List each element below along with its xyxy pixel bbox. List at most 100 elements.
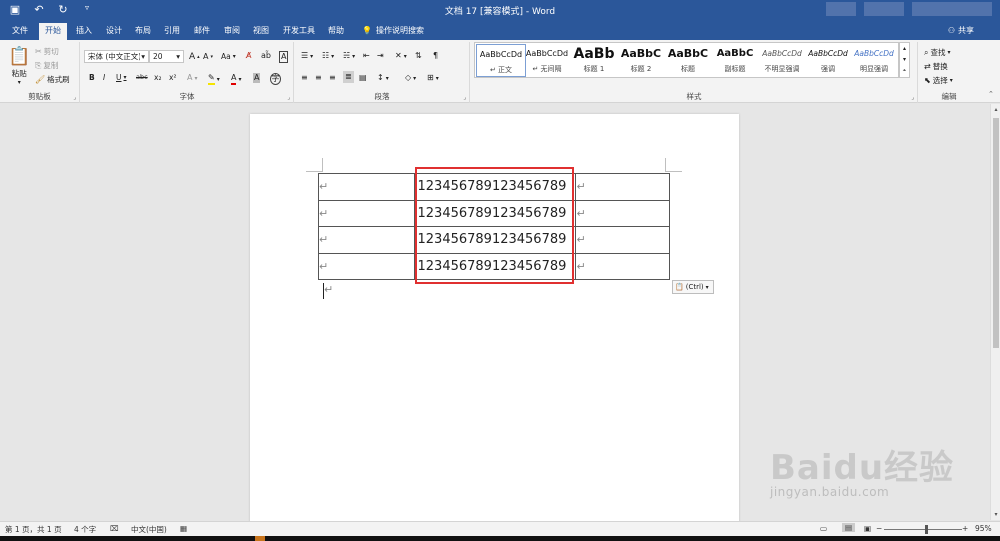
scroll-up-icon[interactable]: ▴ <box>991 106 1000 113</box>
tell-me-search[interactable]: 💡 操作说明搜索 <box>362 25 424 36</box>
tab-developer[interactable]: 开发工具 <box>283 25 315 36</box>
word-count[interactable]: 4 个字 <box>74 524 96 535</box>
increase-indent-button[interactable]: ⇥ <box>377 51 384 61</box>
tab-design[interactable]: 设计 <box>106 25 122 36</box>
taskbar-app[interactable] <box>255 536 265 541</box>
clear-formatting-button[interactable]: A̸ <box>246 51 251 61</box>
format-painter-button[interactable]: 🖌 格式刷 <box>35 74 70 85</box>
more-icon[interactable]: ⩡ <box>900 65 909 76</box>
print-layout-icon[interactable]: ▤ <box>842 523 856 532</box>
multilevel-list-button[interactable]: ☵ ▾ <box>343 51 355 61</box>
style-emphasis[interactable]: AaBbCcDd 强调 <box>803 44 853 77</box>
styles-gallery-scroll[interactable]: ▴ ▾ ⩡ <box>899 42 910 78</box>
highlight-button[interactable]: ✎ ▾ <box>208 73 220 85</box>
borders-button[interactable]: ⊞ ▾ <box>427 73 439 83</box>
table-cell[interactable]: ↵ <box>575 199 670 227</box>
char-border-button[interactable]: A <box>279 51 289 63</box>
table-cell[interactable]: ↵ <box>575 173 670 201</box>
read-mode-icon[interactable]: ▭ <box>820 524 827 533</box>
text-effects-button[interactable]: A ▾ <box>187 73 198 83</box>
style-subtitle[interactable]: AaBbC 副标题 <box>710 44 760 77</box>
table-cell[interactable]: ↵ <box>318 226 415 254</box>
justify-button[interactable]: ≣ <box>343 71 354 83</box>
font-color-button[interactable]: A ▾ <box>231 73 242 85</box>
style-heading-1[interactable]: AaBb 标题 1 <box>569 44 619 77</box>
zoom-in-icon[interactable]: + <box>962 524 968 533</box>
font-size-select[interactable]: 20 ▾ <box>149 50 184 63</box>
page-count[interactable]: 第 1 页，共 1 页 <box>5 524 62 535</box>
scroll-thumb[interactable] <box>993 118 999 348</box>
dialog-launcher-icon[interactable]: ⌟ <box>463 94 466 101</box>
tab-view[interactable]: 视图 <box>253 25 269 36</box>
dialog-launcher-icon[interactable]: ⌟ <box>911 94 914 101</box>
table-cell[interactable]: ↵ <box>318 199 415 227</box>
style-no-spacing[interactable]: AaBbCcDd ↵ 无间隔 <box>522 44 572 77</box>
grow-font-button[interactable]: A ▴ <box>189 52 200 62</box>
paste-button[interactable]: 📋 粘贴 ▾ <box>8 46 30 86</box>
style-title[interactable]: AaBbC 标题 <box>663 44 713 77</box>
replace-button[interactable]: ⇄ 替换 <box>924 61 948 72</box>
tab-references[interactable]: 引用 <box>164 25 180 36</box>
dialog-launcher-icon[interactable]: ⌟ <box>287 94 290 101</box>
style-subtle-emphasis[interactable]: AaBbCcDd 不明显强调 <box>757 44 807 77</box>
tab-home[interactable]: 开始 <box>39 23 67 40</box>
macro-icon[interactable]: ▦ <box>180 524 187 533</box>
tab-review[interactable]: 审阅 <box>224 25 240 36</box>
zoom-slider-thumb[interactable] <box>925 525 928 534</box>
superscript-button[interactable]: x² <box>169 73 176 82</box>
table-cell[interactable]: ↵ <box>318 173 415 201</box>
table-cell[interactable]: ↵ <box>575 226 670 254</box>
web-layout-icon[interactable]: ▣ <box>864 524 871 533</box>
tab-layout[interactable]: 布局 <box>135 25 151 36</box>
distributed-button[interactable]: ▤ <box>359 73 367 83</box>
chevron-down-icon[interactable]: ▾ <box>900 54 909 65</box>
char-shading-button[interactable]: A <box>253 73 261 83</box>
enclose-char-button[interactable]: 字 <box>270 73 281 85</box>
align-left-button[interactable]: ≡ <box>301 73 308 83</box>
scroll-down-icon[interactable]: ▾ <box>991 511 1000 518</box>
style-intense-emphasis[interactable]: AaBbCcDd 明显强调 <box>849 44 899 77</box>
line-spacing-button[interactable]: ↕ ▾ <box>377 73 389 83</box>
cut-button[interactable]: ✂ 剪切 <box>35 46 59 57</box>
zoom-out-icon[interactable]: − <box>876 524 882 533</box>
table-cell[interactable]: ↵ <box>575 252 670 280</box>
sort-button[interactable]: ⇅ <box>415 51 422 61</box>
show-marks-button[interactable]: ¶ <box>433 51 438 61</box>
underline-button[interactable]: U ▾ <box>116 73 127 82</box>
chevron-up-icon[interactable]: ▴ <box>900 43 909 54</box>
tab-file[interactable]: 文件 <box>12 25 28 36</box>
italic-button[interactable]: I <box>103 73 105 82</box>
change-case-button[interactable]: Aa ▾ <box>221 52 236 61</box>
shading-button[interactable]: ◇ ▾ <box>405 73 416 83</box>
tab-insert[interactable]: 插入 <box>76 25 92 36</box>
font-name-select[interactable]: 宋体 (中文正文) ▾ <box>84 50 149 63</box>
select-button[interactable]: ⬉ 选择 ▾ <box>924 75 953 86</box>
table-cell[interactable]: ↵ <box>318 252 415 280</box>
align-center-button[interactable]: ≡ <box>315 73 322 83</box>
language[interactable]: 中文(中国) <box>131 524 167 535</box>
align-right-button[interactable]: ≡ <box>329 73 336 83</box>
style-heading-2[interactable]: AaBbC 标题 2 <box>616 44 666 77</box>
find-button[interactable]: ⌕ 查找 ▾ <box>924 47 951 58</box>
decrease-indent-button[interactable]: ⇤ <box>363 51 370 61</box>
dialog-launcher-icon[interactable]: ⌟ <box>73 94 76 101</box>
copy-button[interactable]: ⎘ 复制 <box>35 60 58 71</box>
zoom-slider[interactable] <box>884 529 962 530</box>
paste-options-button[interactable]: 📋 (Ctrl) ▾ <box>672 280 714 294</box>
strikethrough-button[interactable]: abc <box>136 73 148 81</box>
phonetic-guide-button[interactable]: ab̃ <box>261 51 271 61</box>
subscript-button[interactable]: x₂ <box>154 73 161 82</box>
zoom-level[interactable]: 95% <box>975 524 992 533</box>
vertical-scrollbar[interactable]: ▴ ▾ <box>990 104 1000 520</box>
bullets-button[interactable]: ☰ ▾ <box>301 51 313 61</box>
bold-button[interactable]: B <box>89 73 95 82</box>
proofing-icon[interactable]: ⌧ <box>110 524 119 533</box>
collapse-ribbon-icon[interactable]: ⌃ <box>988 90 994 98</box>
style-normal[interactable]: AaBbCcDd ↵ 正文 <box>476 44 526 77</box>
chinese-layout-button[interactable]: ✕ ▾ <box>395 51 407 61</box>
shrink-font-button[interactable]: A ▾ <box>203 52 213 61</box>
tab-mailings[interactable]: 邮件 <box>194 25 210 36</box>
share-button[interactable]: ⚇ 共享 <box>948 25 974 36</box>
numbering-button[interactable]: ☷ ▾ <box>322 51 334 61</box>
tab-help[interactable]: 帮助 <box>328 25 344 36</box>
